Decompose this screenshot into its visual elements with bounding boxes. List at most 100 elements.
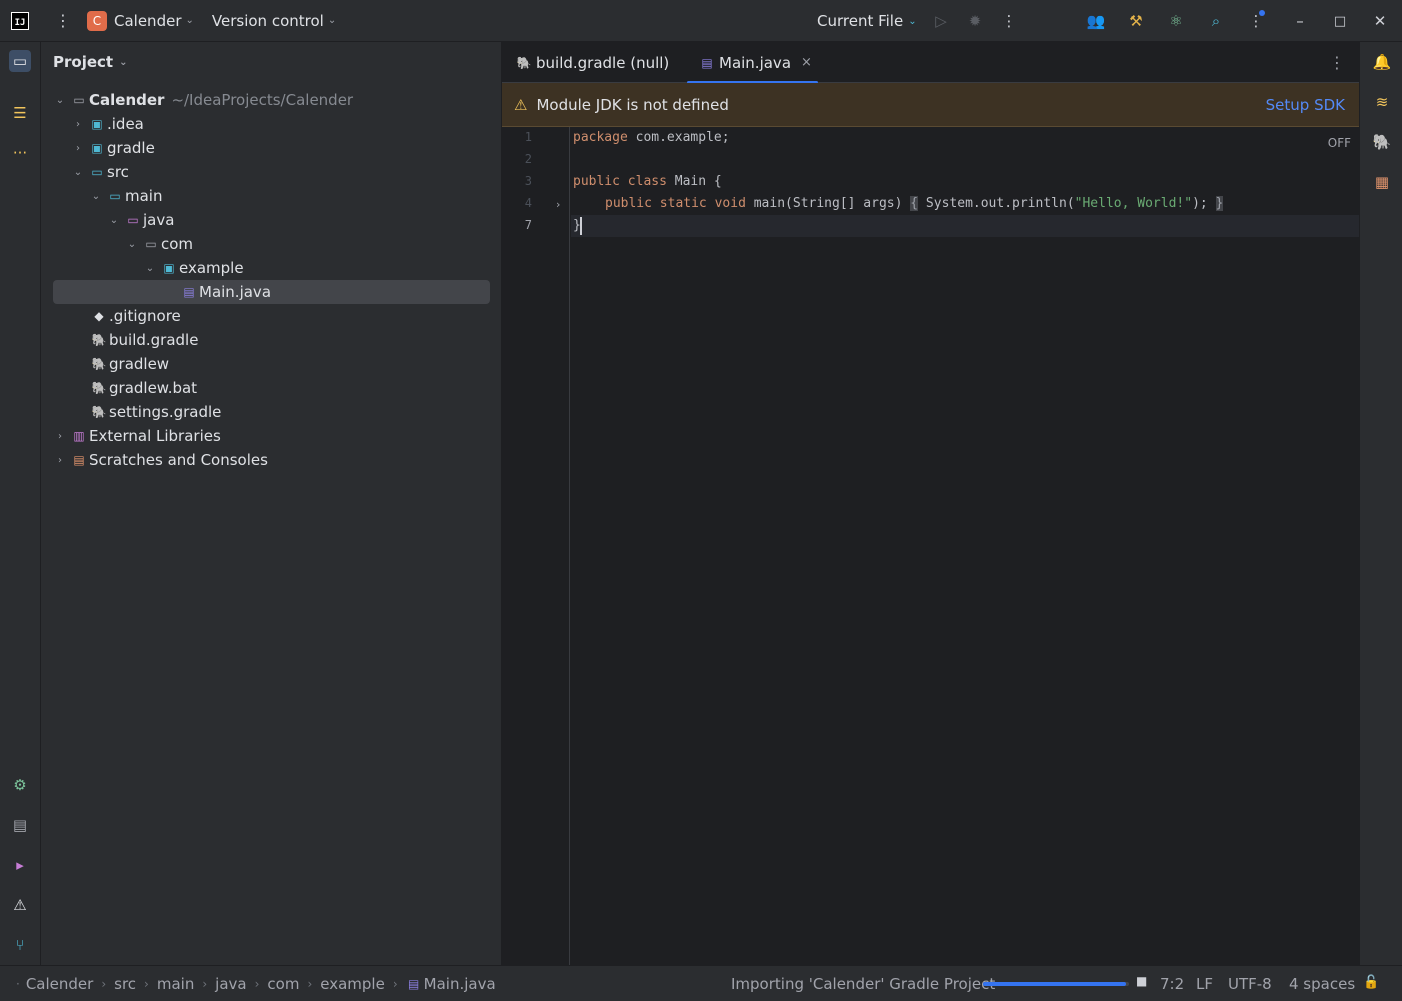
ai-assistant-icon[interactable]: ⚛	[1166, 11, 1186, 31]
debug-icon[interactable]: ✹	[965, 11, 985, 31]
folded-brace: }	[1215, 196, 1224, 211]
line-separator[interactable]: LF	[1196, 975, 1213, 993]
settings-icon[interactable]: ⋮	[1246, 10, 1266, 31]
package-icon: ▣	[163, 261, 175, 275]
close-icon[interactable]: ✕	[1370, 11, 1390, 31]
more-actions-icon[interactable]: ⋮	[999, 11, 1019, 31]
terminal-icon[interactable]: ▸	[9, 854, 31, 876]
maven-icon[interactable]: ▦	[1371, 171, 1393, 193]
background-task-label[interactable]: Importing 'Calender' Gradle Project	[731, 975, 995, 993]
expand-arrow-icon[interactable]: ›	[71, 119, 85, 130]
package-folder-icon: ▭	[145, 237, 157, 251]
run-icon[interactable]: ▷	[931, 11, 951, 31]
breadcrumb-item[interactable]: com	[267, 975, 299, 993]
expand-arrow-icon[interactable]: ⌄	[89, 191, 103, 202]
tab-main-java[interactable]: ▤ Main.java ×	[687, 42, 818, 84]
caret-position[interactable]: 7:2	[1160, 975, 1184, 993]
expand-arrow-icon[interactable]: ›	[53, 455, 67, 466]
java-file-icon: ▤	[183, 285, 195, 299]
breadcrumb-item[interactable]: example	[320, 975, 385, 993]
project-panel-header[interactable]: Project ⌄	[53, 53, 127, 71]
app-logo-icon[interactable]: IJ	[11, 11, 29, 30]
tree-item-main-java[interactable]: ▤ Main.java	[53, 280, 490, 304]
file-encoding[interactable]: UTF-8	[1228, 975, 1272, 993]
code-line: public class Main {	[573, 174, 722, 189]
line-number: 2	[524, 152, 532, 166]
git-icon[interactable]: ⑂	[9, 934, 31, 956]
tree-item-main[interactable]: ⌄ ▭ main	[89, 184, 163, 208]
problems-icon[interactable]: ⚠	[9, 894, 31, 916]
more-tools-icon[interactable]: ···	[9, 142, 31, 164]
bullet-icon: ·	[16, 976, 20, 991]
main-menu-icon[interactable]: ⋮	[55, 11, 71, 30]
tree-item-example[interactable]: ⌄ ▣ example	[143, 256, 244, 280]
tree-item-build-gradle[interactable]: 🐘 build.gradle	[89, 328, 199, 352]
expand-arrow-icon[interactable]: ⌄	[125, 239, 139, 250]
expand-arrow-icon[interactable]: ›	[53, 431, 67, 442]
expand-arrow-icon[interactable]: ⌄	[53, 95, 67, 106]
line-number: 3	[524, 174, 532, 188]
maximize-icon[interactable]: □	[1330, 11, 1350, 31]
fold-expand-icon[interactable]: ›	[556, 198, 560, 211]
version-control-menu[interactable]: Version control ⌄	[212, 12, 336, 30]
library-icon: ▥	[73, 429, 85, 443]
expand-arrow-icon[interactable]: ⌄	[143, 263, 157, 274]
notifications-icon[interactable]: 🔔	[1371, 51, 1393, 73]
breadcrumb-item[interactable]: Calender	[26, 975, 94, 993]
line-number: 1	[524, 130, 532, 144]
tree-item-external-libraries[interactable]: › ▥ External Libraries	[53, 424, 221, 448]
setup-sdk-link[interactable]: Setup SDK	[1266, 96, 1345, 114]
tree-item-scratches[interactable]: › ▤ Scratches and Consoles	[53, 448, 268, 472]
tree-item-gitignore[interactable]: ◆ .gitignore	[89, 304, 180, 328]
tree-item-src[interactable]: ⌄ ▭ src	[71, 160, 129, 184]
import-progress-bar	[983, 982, 1129, 986]
chevron-right-icon: ›	[254, 976, 260, 991]
inlay-hints-status[interactable]: OFF	[1328, 136, 1351, 150]
breadcrumb-item[interactable]: java	[215, 975, 246, 993]
tree-item-gradlew-bat[interactable]: 🐘 gradlew.bat	[89, 376, 198, 400]
project-view-icon[interactable]: ▭	[9, 50, 31, 72]
stop-task-icon[interactable]: ■	[1136, 974, 1147, 988]
project-switcher[interactable]: Calender ⌄	[114, 12, 194, 30]
services-icon[interactable]: ⚙	[9, 774, 31, 796]
code-editor[interactable]: package com.example; public class Main {…	[571, 127, 1359, 965]
tab-actions-more-icon[interactable]: ⋮	[1329, 53, 1345, 72]
build-tools-icon[interactable]: ⚒	[1126, 11, 1146, 31]
code-with-me-icon[interactable]: 👥	[1086, 11, 1106, 31]
chevron-right-icon: ›	[202, 976, 208, 991]
breadcrumb-item[interactable]: Main.java	[424, 975, 496, 993]
read-only-lock-icon[interactable]: 🔓	[1363, 975, 1379, 990]
tab-label: build.gradle (null)	[536, 53, 670, 72]
project-badge[interactable]: C	[87, 10, 107, 31]
tree-item-calender[interactable]: ⌄ ▭ Calender ~/IdeaProjects/Calender	[53, 88, 353, 112]
tree-item-com[interactable]: ⌄ ▭ com	[125, 232, 193, 256]
editor-tabs: 🐘 build.gradle (null) ▤ Main.java × ⋮	[502, 42, 1359, 84]
tree-item-gradle[interactable]: › ▣ gradle	[71, 136, 155, 160]
dependencies-icon[interactable]: ▤	[9, 814, 31, 836]
expand-arrow-icon[interactable]: ›	[71, 143, 85, 154]
code-line: package com.example;	[573, 130, 730, 145]
structure-icon[interactable]: ☰	[9, 102, 31, 124]
tree-item-label: example	[179, 259, 244, 277]
search-icon[interactable]: ⌕	[1206, 11, 1226, 31]
run-config-selector[interactable]: Current File ⌄	[817, 0, 917, 42]
tree-item-gradlew[interactable]: 🐘 gradlew	[89, 352, 170, 376]
progress-fill	[983, 982, 1127, 986]
tab-build-gradle[interactable]: 🐘 build.gradle (null)	[516, 42, 670, 83]
database-icon[interactable]: ≋	[1371, 91, 1393, 113]
minimize-icon[interactable]: –	[1290, 11, 1310, 31]
expand-arrow-icon[interactable]: ⌄	[107, 215, 121, 226]
gradle-file-icon: 🐘	[91, 333, 107, 347]
tree-item-idea[interactable]: › ▣ .idea	[71, 112, 144, 136]
indent-setting[interactable]: 4 spaces	[1289, 975, 1355, 993]
tree-item-settings-gradle[interactable]: 🐘 settings.gradle	[89, 400, 222, 424]
tree-item-java[interactable]: ⌄ ▭ java	[107, 208, 175, 232]
breadcrumb-item[interactable]: main	[157, 975, 194, 993]
tree-item-label: Scratches and Consoles	[89, 451, 268, 469]
gradle-tool-icon[interactable]: 🐘	[1371, 131, 1393, 153]
breadcrumb-item[interactable]: src	[114, 975, 136, 993]
tree-item-label: java	[143, 211, 175, 229]
close-tab-icon[interactable]: ×	[801, 55, 812, 70]
expand-arrow-icon[interactable]: ⌄	[71, 167, 85, 178]
project-panel: Project ⌄ ⌄ ▭ Calender ~/IdeaProjects/Ca…	[41, 42, 502, 965]
